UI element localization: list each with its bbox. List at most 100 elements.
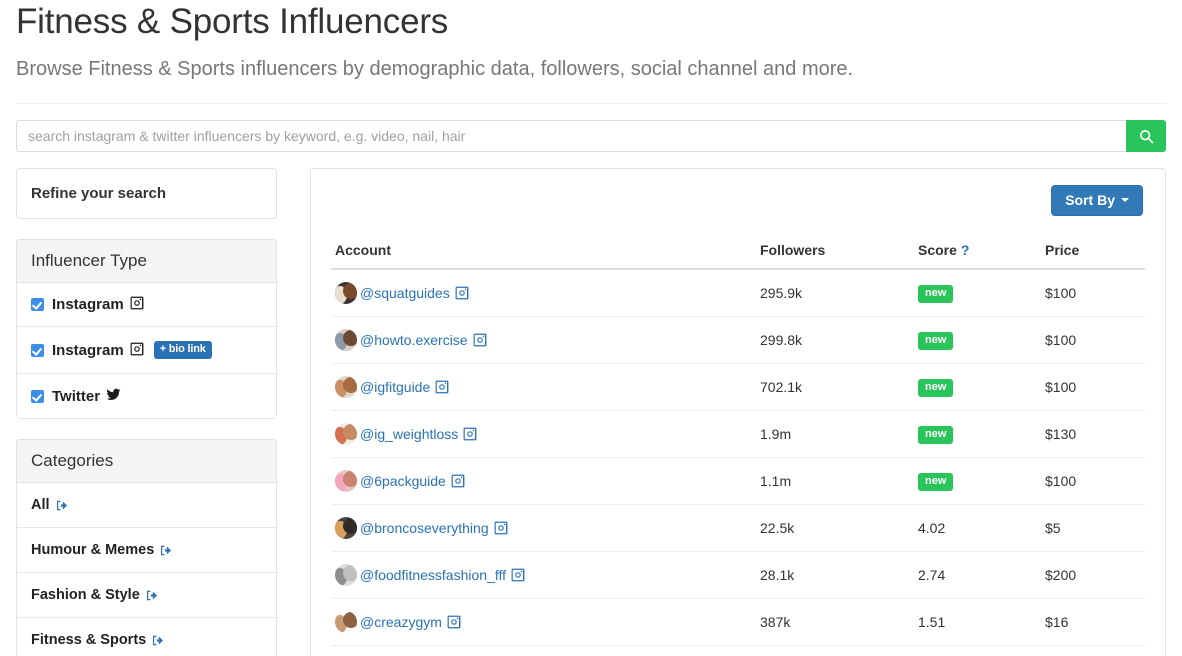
cell-followers: 387k [756, 599, 914, 646]
table-row[interactable]: @howto.exercise299.8knew$100 [331, 317, 1145, 364]
help-icon[interactable]: ? [961, 242, 970, 258]
status-badge: new [918, 473, 953, 491]
avatar [335, 282, 357, 304]
cell-account: @ig_weightloss [331, 411, 756, 458]
instagram-icon [130, 296, 144, 313]
filter-label: Instagram [52, 296, 124, 313]
cell-price: $100 [1041, 458, 1145, 505]
cell-price: $5 [1041, 505, 1145, 552]
avatar [335, 611, 357, 633]
account-link[interactable]: @igfitguide [360, 379, 430, 395]
cell-account: @6packguide [331, 458, 756, 505]
table-row[interactable]: @squatguides295.9knew$100 [331, 269, 1145, 317]
filter-option-instagram-bio-link[interactable]: Instagram + bio link [17, 326, 276, 373]
account-link[interactable]: @ig_weightloss [360, 426, 458, 442]
checkbox-instagram-bio-link[interactable] [31, 344, 44, 357]
instagram-icon[interactable] [455, 286, 469, 300]
category-item-fitness-sports[interactable]: Fitness & Sports [17, 617, 276, 656]
avatar [335, 470, 357, 492]
refine-search-panel: Refine your search [16, 168, 277, 219]
twitter-icon [106, 387, 121, 405]
search-input[interactable] [16, 120, 1126, 152]
table-row[interactable]: @operationals53.7k1.27$10 [331, 646, 1145, 656]
cell-account: @creazygym [331, 599, 756, 646]
cell-score: 1.27 [914, 646, 1041, 656]
category-label: Fashion & Style [31, 587, 140, 603]
column-header-score[interactable]: Score ? [914, 234, 1041, 269]
instagram-icon[interactable] [451, 474, 465, 488]
account-link[interactable]: @6packguide [360, 473, 446, 489]
status-badge: new [918, 379, 953, 397]
category-item-all[interactable]: All [17, 483, 276, 527]
bio-link-badge: + bio link [154, 341, 212, 359]
cell-account: @igfitguide [331, 364, 756, 411]
influencer-type-panel: Influencer Type Instagram Instagr [16, 239, 277, 419]
cell-price: $130 [1041, 411, 1145, 458]
cell-score: 2.74 [914, 552, 1041, 599]
column-header-followers[interactable]: Followers [756, 234, 914, 269]
table-row[interactable]: @broncoseverything 22.5k4.02$5 [331, 505, 1145, 552]
cell-account: @operationals [331, 646, 756, 656]
arrow-right-icon [160, 544, 173, 557]
filter-option-instagram[interactable]: Instagram [17, 283, 276, 326]
account-link[interactable]: @foodfitnessfashion_fff [360, 567, 506, 583]
instagram-icon[interactable] [463, 427, 477, 441]
cell-price: $100 [1041, 364, 1145, 411]
categories-panel: Categories All Humour & Memes [16, 439, 277, 656]
category-label: Humour & Memes [31, 542, 154, 558]
header-divider [16, 103, 1166, 104]
cell-score: new [914, 458, 1041, 505]
category-label: All [31, 497, 50, 513]
checkbox-instagram[interactable] [31, 298, 44, 311]
page-title: Fitness & Sports Influencers [16, 0, 1166, 42]
results-panel-wrap: Sort By Account Followers [310, 168, 1166, 656]
column-header-price[interactable]: Price [1041, 234, 1145, 269]
search-button[interactable] [1126, 120, 1166, 152]
influencers-table: Account Followers Score ? Price @squatgu… [331, 234, 1145, 656]
sidebar: Refine your search Influencer Type Insta… [16, 168, 277, 656]
cell-account: @squatguides [331, 269, 756, 317]
cell-account: @broncoseverything [331, 505, 756, 552]
influencer-type-title: Influencer Type [17, 240, 276, 283]
instagram-icon[interactable] [473, 333, 487, 347]
category-item-humour-memes[interactable]: Humour & Memes [17, 527, 276, 572]
instagram-icon[interactable] [494, 521, 508, 535]
search-bar [16, 120, 1166, 152]
cell-score: 4.02 [914, 505, 1041, 552]
filter-label: Twitter [52, 388, 100, 405]
refine-search-title: Refine your search [17, 169, 276, 218]
instagram-icon [130, 342, 144, 359]
cell-followers: 22.5k [756, 505, 914, 552]
instagram-icon[interactable] [435, 380, 449, 394]
cell-price: $100 [1041, 269, 1145, 317]
instagram-icon[interactable] [447, 615, 461, 629]
table-row[interactable]: @creazygym387k1.51$16 [331, 599, 1145, 646]
results-body: Sort By Account Followers [311, 169, 1165, 656]
results-toolbar: Sort By [331, 183, 1145, 216]
page-root: Fitness & Sports Influencers Browse Fitn… [0, 0, 1182, 656]
checkbox-twitter[interactable] [31, 390, 44, 403]
table-row[interactable]: @igfitguide702.1knew$100 [331, 364, 1145, 411]
arrow-right-icon [146, 589, 159, 602]
account-link[interactable]: @squatguides [360, 285, 450, 301]
column-header-account[interactable]: Account [331, 234, 756, 269]
cell-score: new [914, 364, 1041, 411]
instagram-icon[interactable] [511, 568, 525, 582]
account-link[interactable]: @creazygym [360, 614, 442, 630]
cell-score: new [914, 269, 1041, 317]
account-link[interactable]: @howto.exercise [360, 332, 468, 348]
status-badge: new [918, 285, 953, 303]
table-row[interactable]: @foodfitnessfashion_fff28.1k2.74$200 [331, 552, 1145, 599]
category-item-fashion-style[interactable]: Fashion & Style [17, 572, 276, 617]
cell-price: $10 [1041, 646, 1145, 656]
filter-option-twitter[interactable]: Twitter [17, 373, 276, 418]
sort-by-button[interactable]: Sort By [1051, 185, 1143, 216]
table-row[interactable]: @6packguide1.1mnew$100 [331, 458, 1145, 505]
avatar [335, 329, 357, 351]
categories-list: All Humour & Memes [17, 483, 276, 656]
avatar [335, 376, 357, 398]
table-row[interactable]: @ig_weightloss1.9mnew$130 [331, 411, 1145, 458]
cell-score: new [914, 317, 1041, 364]
cell-score: 1.51 [914, 599, 1041, 646]
account-link[interactable]: @broncoseverything [360, 520, 489, 536]
